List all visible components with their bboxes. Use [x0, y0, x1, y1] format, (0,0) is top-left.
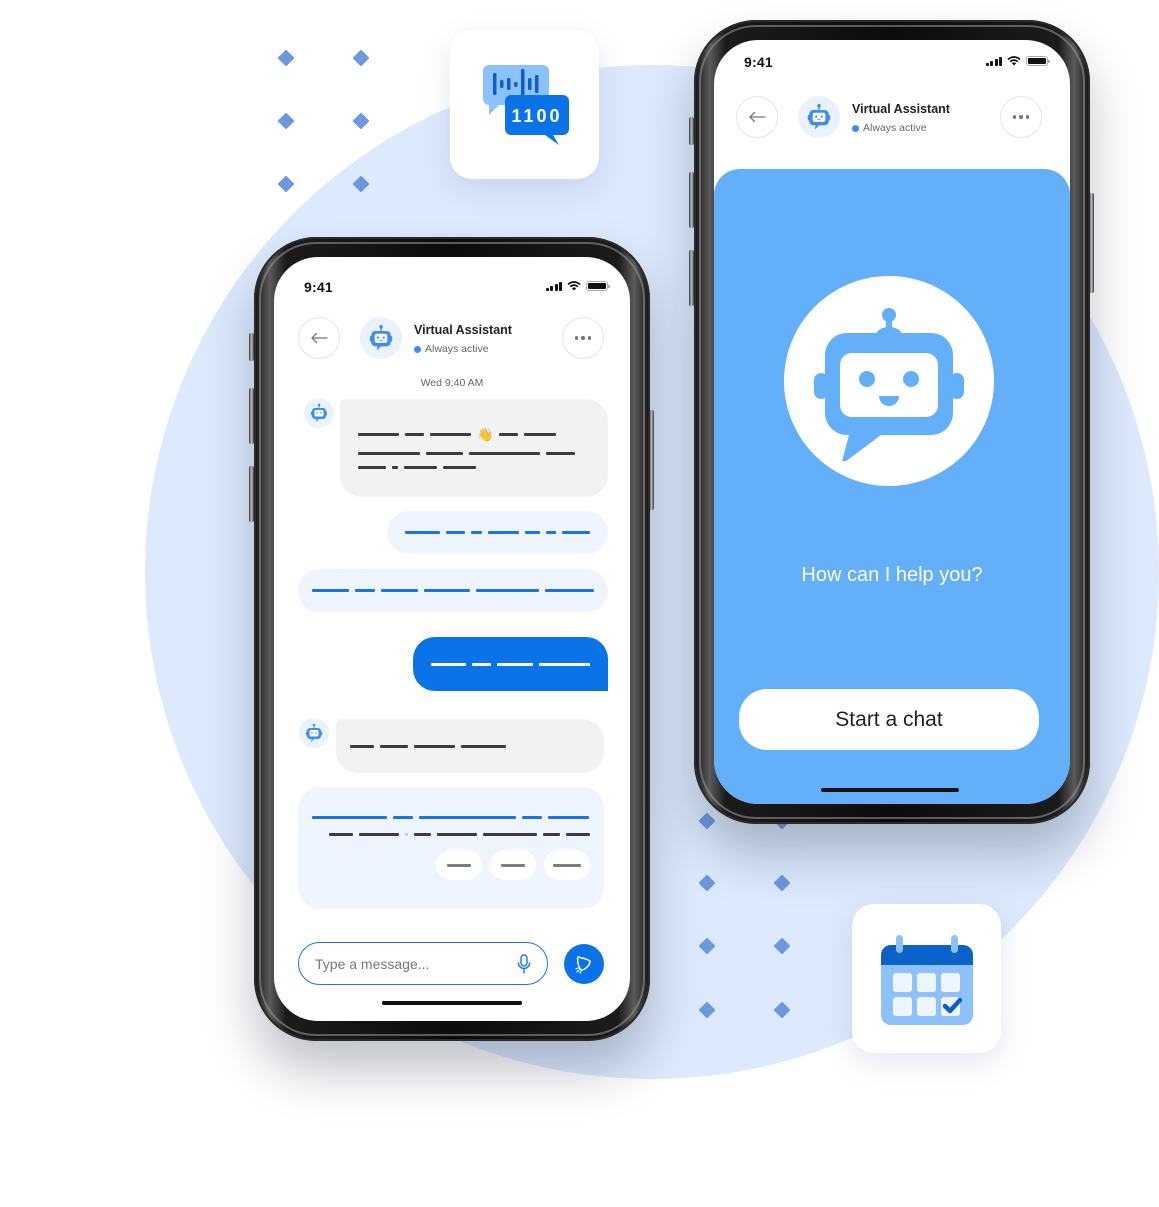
- status-time: 9:41: [744, 54, 773, 70]
- home-indicator: [821, 788, 959, 792]
- message-input[interactable]: [315, 955, 517, 972]
- home-indicator: [382, 1001, 522, 1005]
- more-horizontal-icon: [574, 336, 592, 340]
- bot-name: Virtual Assistant: [852, 102, 950, 116]
- more-options-button[interactable]: [1000, 96, 1042, 138]
- status-icons: [985, 56, 1050, 66]
- chat-header: Virtual Assistant Always active: [714, 96, 1070, 176]
- welcome-phone: 9:41 Virtual Assistant Always active How…: [694, 20, 1090, 824]
- text-placeholder-line: [358, 451, 590, 455]
- message-bubble-user-sent: [413, 637, 608, 691]
- start-chat-button[interactable]: Start a chat: [739, 689, 1039, 750]
- more-horizontal-icon: [1012, 115, 1030, 119]
- message-bubble-bot: 👋: [340, 399, 608, 497]
- welcome-screen: 9:41 Virtual Assistant Always active How…: [714, 40, 1070, 804]
- welcome-prompt: How can I help you?: [801, 564, 983, 586]
- wifi-icon: [567, 281, 581, 291]
- message-bubble-bot: [336, 719, 604, 773]
- decor-diamond: [352, 49, 370, 67]
- decor-diamond: [352, 112, 370, 130]
- text-placeholder-line: [358, 465, 590, 469]
- send-icon: [575, 956, 591, 974]
- text-placeholder-line: [312, 816, 589, 819]
- text-placeholder-line: [405, 531, 590, 534]
- quick-reply-chip[interactable]: [436, 850, 482, 880]
- bot-avatar-small: [299, 718, 329, 748]
- status-bar: 9:41: [274, 257, 630, 303]
- calendar-check-icon: [880, 934, 973, 1025]
- decor-diamond: [277, 49, 295, 67]
- welcome-panel: How can I help you? Start a chat: [714, 169, 1070, 804]
- hero-circle: [784, 276, 994, 486]
- bot-name: Virtual Assistant: [414, 323, 512, 337]
- bot-avatar: [360, 317, 402, 359]
- chatbot-icon: [311, 403, 327, 422]
- online-status-dot: [414, 345, 421, 353]
- text-placeholder-line: [350, 744, 590, 748]
- chatbot-icon: [306, 723, 322, 742]
- bot-status-text: Always active: [863, 122, 927, 134]
- microphone-icon[interactable]: [517, 953, 531, 974]
- date-label: Wed 9:40 AM: [420, 377, 484, 389]
- message-card-bot: [298, 787, 604, 909]
- quick-reply-chip[interactable]: [490, 850, 536, 880]
- bot-avatar: [798, 96, 840, 138]
- cellular-signal-icon: [985, 56, 1002, 66]
- back-button[interactable]: [736, 96, 778, 138]
- decor-diamond: [277, 112, 295, 130]
- voice-to-binary-chat-icon: 1100: [482, 64, 569, 145]
- text-placeholder-line: [431, 662, 590, 666]
- send-button[interactable]: [564, 944, 604, 984]
- message-bubble-user: [298, 569, 608, 612]
- calendar-tile: [852, 904, 1001, 1053]
- text-placeholder-line: [312, 589, 594, 592]
- message-bubble-user: [387, 511, 608, 554]
- online-status-dot: [852, 124, 859, 132]
- chatbot-icon: [369, 325, 393, 351]
- text-placeholder-line: [329, 833, 590, 836]
- wifi-icon: [1007, 56, 1021, 66]
- status-time: 9:41: [304, 279, 333, 295]
- bot-avatar-small: [304, 398, 334, 428]
- battery-icon: [586, 281, 610, 291]
- voice-to-text-tile: 1100: [450, 30, 599, 179]
- bot-status: Always active: [414, 343, 489, 355]
- more-options-button[interactable]: [562, 317, 604, 359]
- chatbot-icon: [814, 308, 964, 461]
- quick-replies: [436, 850, 590, 880]
- bot-status: Always active: [852, 122, 927, 134]
- status-bar: 9:41: [714, 40, 1070, 86]
- back-button[interactable]: [298, 317, 340, 359]
- chat-screen: 9:41 Virtual Assistant Always active Wed…: [274, 257, 630, 1021]
- status-icons: [545, 281, 610, 291]
- chatbot-icon: [807, 104, 831, 130]
- arrow-left-icon: [749, 111, 766, 123]
- waving-hand-emoji: 👋: [477, 426, 494, 442]
- arrow-left-icon: [311, 332, 328, 344]
- bot-status-text: Always active: [425, 343, 489, 355]
- battery-icon: [1026, 56, 1050, 66]
- quick-reply-chip[interactable]: [544, 850, 590, 880]
- text-placeholder-line: 👋: [358, 428, 590, 441]
- message-input-container: [298, 942, 548, 985]
- binary-text: 1100: [511, 106, 562, 126]
- decor-diamond: [277, 175, 295, 193]
- cellular-signal-icon: [545, 281, 562, 291]
- chat-phone: 9:41 Virtual Assistant Always active Wed…: [254, 237, 650, 1041]
